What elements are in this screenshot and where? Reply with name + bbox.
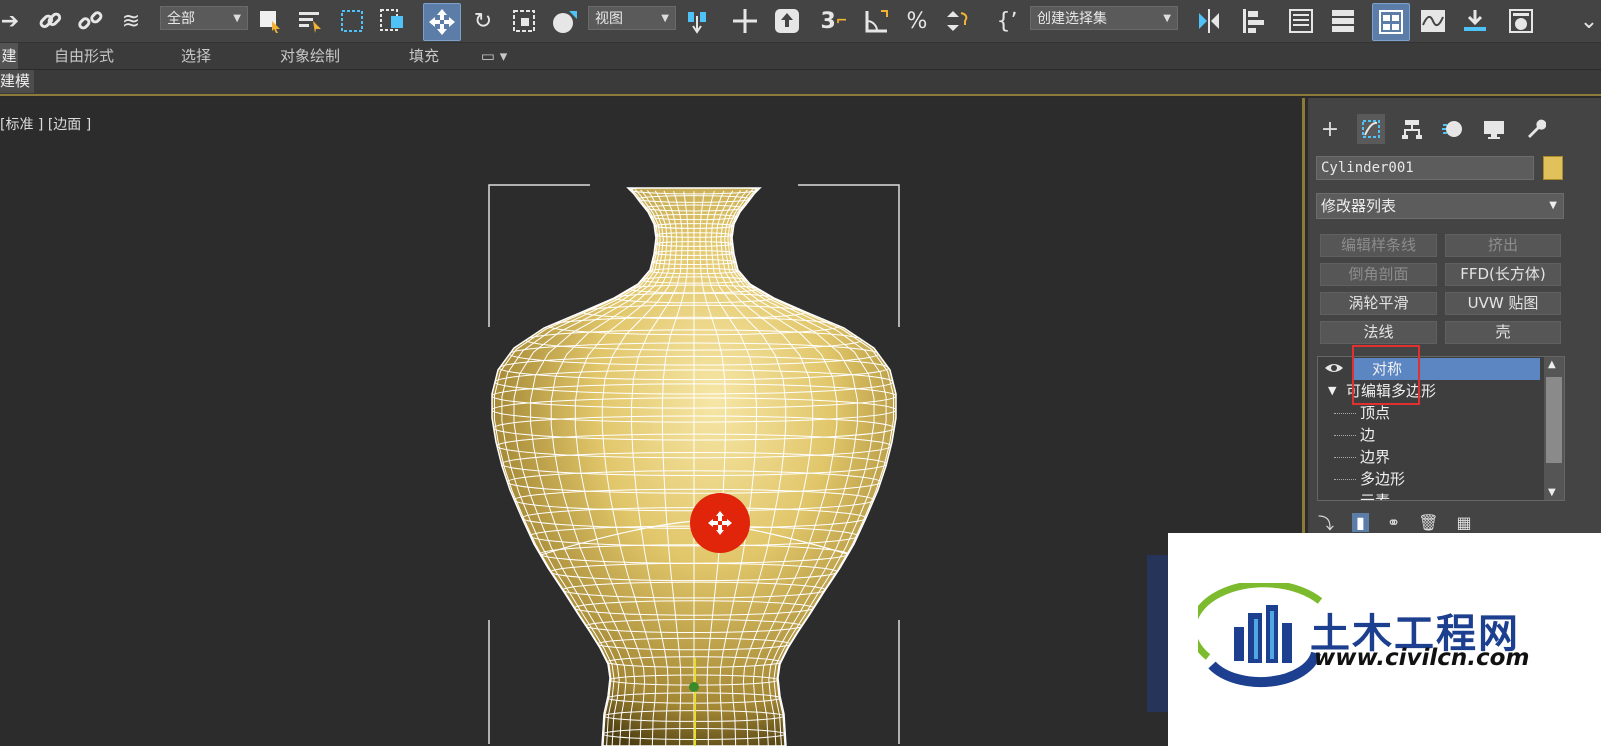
tab-freeform[interactable]: 自由形式: [36, 43, 132, 69]
turbosmooth-button[interactable]: 涡轮平滑: [1320, 292, 1437, 315]
select-by-name-icon[interactable]: [294, 3, 326, 39]
stack-toolbar: ⤵ ▮ ⚭ 🗑 ▦: [1318, 511, 1472, 533]
modifier-list-label: 修改器列表: [1321, 197, 1397, 215]
chevron-down-icon[interactable]: ⌄: [1578, 3, 1600, 39]
reference-coord-dropdown[interactable]: 视图 ▼: [588, 6, 676, 30]
shell-button[interactable]: 壳: [1445, 321, 1561, 344]
angle-snap-icon[interactable]: [860, 3, 894, 39]
tab-populate[interactable]: 填充: [396, 43, 452, 69]
stack-scrollbar[interactable]: ▲ ▼: [1544, 357, 1564, 500]
main-toolbar: ➔ ≋ 全部 ▼ ↻ 视图 ▼ 3 ⌐ % {ʼ 创建选择集 ▼ ⌄: [0, 0, 1601, 43]
annotation-highlight-box: [1352, 345, 1420, 405]
move-gizmo-center[interactable]: [690, 493, 750, 553]
ribbon-tabs: 建 自由形式 选择 对象绘制 填充 ▭ ▾: [0, 43, 1601, 70]
normal-button[interactable]: 法线: [1320, 321, 1437, 344]
tab-selection[interactable]: 选择: [160, 43, 232, 69]
pin-stack-icon[interactable]: ⤵: [1318, 510, 1334, 534]
keyboard-shortcut-icon[interactable]: [770, 3, 804, 39]
show-end-result-icon[interactable]: ▮: [1352, 512, 1369, 532]
subobject-polygon[interactable]: 多边形: [1333, 468, 1405, 490]
edit-named-selection-icon[interactable]: {ʼ: [990, 3, 1024, 39]
chevron-down-icon: ▼: [233, 13, 241, 24]
ribbon-options-icon[interactable]: ▭ ▾: [474, 43, 514, 69]
material-editor-icon[interactable]: [1504, 3, 1538, 39]
percent-snap-icon[interactable]: %: [900, 3, 934, 39]
stack-scroll-thumb[interactable]: [1546, 377, 1562, 463]
viewport-scene[interactable]: [0, 98, 1305, 746]
reference-coord-value: 视图: [595, 11, 623, 27]
unlink-icon[interactable]: [74, 3, 106, 39]
object-name-field[interactable]: Cylinder001: [1316, 156, 1534, 180]
move-gizmo[interactable]: [690, 493, 750, 553]
chevron-down-icon: ▼: [661, 13, 669, 24]
ffd-box-button[interactable]: FFD(长方体): [1445, 263, 1561, 286]
subobject-edge[interactable]: 边: [1333, 424, 1375, 446]
scene-explorer-icon[interactable]: [1284, 3, 1318, 39]
select-and-scale-icon[interactable]: [508, 3, 540, 39]
ribbon-panel-row: 建模: [0, 70, 1601, 96]
extrude-button[interactable]: 挤出: [1445, 234, 1561, 257]
mirror-icon[interactable]: [1192, 3, 1226, 39]
layer-explorer-icon[interactable]: [1326, 3, 1360, 39]
snap-3d-label: 3: [820, 8, 836, 34]
window-crossing-icon[interactable]: [376, 3, 408, 39]
selection-filter-dropdown[interactable]: 全部 ▼: [160, 6, 248, 30]
pivot-green-dot: [689, 682, 699, 692]
make-unique-icon[interactable]: ⚭: [1387, 513, 1400, 532]
select-and-move-icon[interactable]: [423, 3, 461, 41]
motion-tab-icon[interactable]: [1439, 114, 1467, 144]
bind-spacewarp-icon[interactable]: ≋: [114, 3, 148, 39]
spinner-snap-icon[interactable]: [940, 3, 974, 39]
pivot-center-icon[interactable]: [682, 3, 714, 39]
select-and-place-icon[interactable]: [548, 3, 582, 39]
modify-tab-icon[interactable]: [1357, 114, 1385, 144]
subobject-vertex[interactable]: 顶点: [1333, 402, 1390, 424]
select-manipulate-icon[interactable]: [728, 3, 762, 39]
named-selection-set-value: 创建选择集: [1037, 11, 1107, 27]
named-selection-set-dropdown[interactable]: 创建选择集 ▼: [1030, 6, 1178, 30]
scroll-down-icon[interactable]: ▼: [1548, 487, 1556, 498]
subobject-border[interactable]: 边界: [1333, 446, 1390, 468]
collapse-arrow-icon[interactable]: ▼: [1328, 380, 1336, 402]
modifier-list-dropdown[interactable]: 修改器列表 ▼: [1316, 193, 1564, 219]
select-and-rotate-icon[interactable]: ↻: [468, 3, 498, 39]
hierarchy-tab-icon[interactable]: [1398, 114, 1426, 144]
tab-modeling[interactable]: 建: [0, 43, 18, 69]
snap-magnet-icon: ⌐: [835, 13, 848, 29]
snap-toggle-icon[interactable]: 3 ⌐: [818, 3, 850, 39]
subtab-polygon-modeling[interactable]: 建模: [0, 70, 35, 93]
ribbon-toggle-icon[interactable]: [1372, 3, 1410, 41]
watermark-url: www.civilcn.com: [1314, 645, 1530, 671]
uvw-map-button[interactable]: UVW 贴图: [1445, 292, 1561, 315]
utilities-wrench-icon[interactable]: [1521, 114, 1549, 144]
bevel-profile-button[interactable]: 倒角剖面: [1320, 263, 1437, 286]
chevron-down-icon: ▼: [1549, 200, 1557, 211]
object-color-swatch[interactable]: [1543, 156, 1563, 180]
redo-arrow-icon[interactable]: ➔: [0, 3, 20, 39]
curve-editor-icon[interactable]: [1416, 3, 1450, 39]
select-object-icon[interactable]: [254, 3, 286, 39]
watermark-card: 土木工程网 www.civilcn.com: [1168, 533, 1601, 746]
selection-filter-value: 全部: [167, 11, 195, 27]
create-tab-plus-icon[interactable]: +: [1316, 114, 1344, 144]
3dsmax-window: ➔ ≋ 全部 ▼ ↻ 视图 ▼ 3 ⌐ % {ʼ 创建选择集 ▼ ⌄ 建 自由形…: [0, 0, 1601, 746]
configure-sets-icon[interactable]: ▦: [1457, 513, 1472, 532]
display-tab-icon[interactable]: [1480, 114, 1508, 144]
remove-modifier-trash-icon[interactable]: 🗑: [1418, 513, 1438, 532]
eye-icon[interactable]: [1324, 358, 1344, 380]
schematic-view-icon[interactable]: [1458, 3, 1492, 39]
tab-object-paint[interactable]: 对象绘制: [268, 43, 352, 69]
edit-spline-button[interactable]: 编辑样条线: [1320, 234, 1437, 257]
scroll-up-icon[interactable]: ▲: [1548, 359, 1556, 370]
subobject-element[interactable]: 元素: [1360, 490, 1390, 500]
link-icon[interactable]: [34, 3, 66, 39]
rectangular-selection-icon[interactable]: [336, 3, 368, 39]
align-icon[interactable]: [1238, 3, 1272, 39]
chevron-down-icon: ▼: [1163, 13, 1171, 24]
